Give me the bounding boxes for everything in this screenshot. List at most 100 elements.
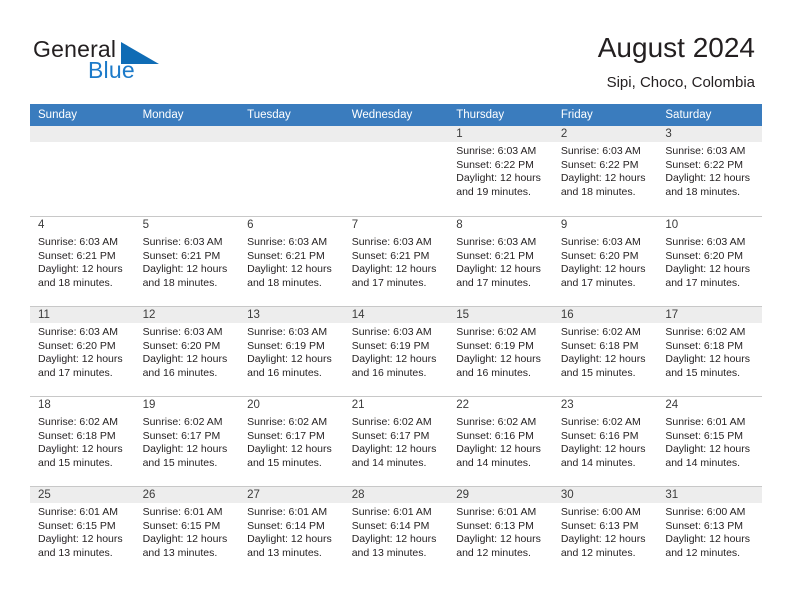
day-number: 18 — [38, 399, 51, 411]
sunset-text: Sunset: 6:21 PM — [351, 249, 430, 262]
sunset-text: Sunset: 6:15 PM — [665, 429, 744, 442]
daylight-text-line2: and 18 minutes. — [142, 276, 218, 289]
calendar-body: 1 Sunrise: 6:03 AM Sunset: 6:22 PM Daylight… — [30, 126, 762, 576]
day-details: Sunrise: 6:02 AM Sunset: 6:18 PM Daylight:… — [30, 413, 135, 470]
month-calendar: Sunday Monday Tuesday Wednesday Thursday… — [30, 104, 762, 576]
day-number — [134, 126, 240, 142]
calendar-day-cell[interactable]: 17 Sunrise: 6:02 AM Sunset: 6:18 PM Dayligh… — [657, 306, 762, 396]
day-details: Sunrise: 6:01 AM Sunset: 6:14 PM Daylight:… — [344, 503, 449, 560]
page-subtitle-location: Sipi, Choco, Colombia — [606, 74, 755, 91]
calendar-day-cell[interactable]: 27 Sunrise: 6:01 AM Sunset: 6:14 PM Dayligh… — [239, 486, 344, 576]
sunrise-text: Sunrise: 6:02 AM — [560, 326, 641, 338]
calendar-cell-empty — [239, 126, 344, 216]
calendar-day-cell[interactable]: 8 Sunrise: 6:03 AM Sunset: 6:21 PM Daylight… — [448, 216, 553, 306]
day-number: 28 — [343, 487, 449, 503]
calendar-week-row: 1 Sunrise: 6:03 AM Sunset: 6:22 PM Daylight… — [30, 126, 762, 216]
daylight-text-line1: Daylight: 12 hours — [560, 172, 646, 185]
calendar-day-cell[interactable]: 7 Sunrise: 6:03 AM Sunset: 6:21 PM Daylight… — [343, 216, 449, 306]
calendar-day-cell[interactable]: 31 Sunrise: 6:00 AM Sunset: 6:13 PM Dayligh… — [657, 486, 762, 576]
sunrise-text: Sunrise: 6:03 AM — [38, 326, 118, 338]
sunrise-text: Sunrise: 6:03 AM — [665, 236, 746, 248]
sunset-text: Sunset: 6:13 PM — [665, 519, 744, 532]
day-details: Sunrise: 6:03 AM Sunset: 6:20 PM Daylight:… — [135, 323, 240, 380]
daylight-text-line1: Daylight: 12 hours — [665, 443, 751, 456]
sunrise-text: Sunrise: 6:03 AM — [560, 145, 641, 157]
daylight-text-line1: Daylight: 12 hours — [456, 172, 541, 185]
sunset-text: Sunset: 6:22 PM — [665, 158, 744, 171]
calendar-header-row: Sunday Monday Tuesday Wednesday Thursday… — [30, 104, 762, 126]
calendar-day-cell[interactable]: 25 Sunrise: 6:01 AM Sunset: 6:15 PM Dayligh… — [30, 486, 135, 576]
daylight-text-line2: and 17 minutes. — [38, 366, 113, 379]
day-number: 31 — [657, 487, 762, 503]
calendar-day-cell[interactable]: 15 Sunrise: 6:02 AM Sunset: 6:19 PM Dayligh… — [448, 306, 553, 396]
calendar-day-cell[interactable]: 3 Sunrise: 6:03 AM Sunset: 6:22 PM Daylight… — [657, 126, 762, 216]
sunset-text: Sunset: 6:21 PM — [142, 249, 221, 262]
day-number: 26 — [134, 487, 240, 503]
calendar-day-cell[interactable]: 4 Sunrise: 6:03 AM Sunset: 6:21 PM Daylight… — [30, 216, 135, 306]
daylight-text-line1: Daylight: 12 hours — [247, 443, 332, 456]
calendar-day-cell[interactable]: 29 Sunrise: 6:01 AM Sunset: 6:13 PM Dayligh… — [448, 486, 553, 576]
calendar-day-cell[interactable]: 28 Sunrise: 6:01 AM Sunset: 6:14 PM Dayligh… — [343, 486, 449, 576]
calendar-day-cell[interactable]: 10 Sunrise: 6:03 AM Sunset: 6:20 PM Dayligh… — [657, 216, 762, 306]
general-blue-logo[interactable]: General Blue — [33, 36, 163, 88]
calendar-cell-inner: 18 Sunrise: 6:02 AM Sunset: 6:18 PM Dayligh… — [30, 396, 135, 486]
sunrise-text: Sunrise: 6:02 AM — [456, 326, 537, 338]
day-number — [239, 126, 344, 142]
sunrise-text: Sunrise: 6:02 AM — [38, 416, 118, 428]
calendar-day-cell[interactable]: 24 Sunrise: 6:01 AM Sunset: 6:15 PM Dayligh… — [657, 396, 762, 486]
calendar-cell-inner: 17 Sunrise: 6:02 AM Sunset: 6:18 PM Dayligh… — [657, 306, 762, 396]
calendar-cell-inner: 16 Sunrise: 6:02 AM Sunset: 6:18 PM Dayligh… — [552, 306, 658, 396]
calendar-day-cell[interactable]: 1 Sunrise: 6:03 AM Sunset: 6:22 PM Daylight… — [448, 126, 553, 216]
calendar-day-cell[interactable]: 11 Sunrise: 6:03 AM Sunset: 6:20 PM Dayligh… — [30, 306, 135, 396]
daylight-text-line2: and 17 minutes. — [456, 276, 531, 289]
calendar-cell-empty — [343, 126, 449, 216]
daylight-text-line2: and 14 minutes. — [456, 456, 531, 469]
day-details: Sunrise: 6:01 AM Sunset: 6:15 PM Daylight:… — [30, 503, 135, 560]
sunrise-text: Sunrise: 6:03 AM — [456, 236, 537, 248]
calendar-cell-inner: 5 Sunrise: 6:03 AM Sunset: 6:21 PM Daylight… — [134, 216, 240, 306]
calendar-day-cell[interactable]: 22 Sunrise: 6:02 AM Sunset: 6:16 PM Dayligh… — [448, 396, 553, 486]
calendar-cell-inner: 15 Sunrise: 6:02 AM Sunset: 6:19 PM Dayligh… — [448, 306, 553, 396]
calendar-day-cell[interactable]: 9 Sunrise: 6:03 AM Sunset: 6:20 PM Daylight… — [552, 216, 658, 306]
calendar-day-cell[interactable]: 2 Sunrise: 6:03 AM Sunset: 6:22 PM Daylight… — [552, 126, 658, 216]
sunset-text: Sunset: 6:17 PM — [142, 429, 221, 442]
calendar-cell-inner: 2 Sunrise: 6:03 AM Sunset: 6:22 PM Daylight… — [552, 126, 658, 216]
calendar-day-cell[interactable]: 5 Sunrise: 6:03 AM Sunset: 6:21 PM Daylight… — [134, 216, 240, 306]
daylight-text-line1: Daylight: 12 hours — [560, 533, 646, 546]
sunset-text: Sunset: 6:14 PM — [351, 519, 430, 532]
sunset-text: Sunset: 6:13 PM — [560, 519, 639, 532]
calendar-week-row: 18 Sunrise: 6:02 AM Sunset: 6:18 PM Dayligh… — [30, 396, 762, 486]
daylight-text-line2: and 13 minutes. — [351, 546, 427, 559]
daylight-text-line1: Daylight: 12 hours — [560, 263, 646, 276]
daylight-text-line1: Daylight: 12 hours — [142, 353, 228, 366]
calendar-cell-inner: 14 Sunrise: 6:03 AM Sunset: 6:19 PM Dayligh… — [343, 306, 449, 396]
sunset-text: Sunset: 6:13 PM — [456, 519, 534, 532]
calendar-cell-inner: 12 Sunrise: 6:03 AM Sunset: 6:20 PM Dayligh… — [134, 306, 240, 396]
calendar-cell-empty — [134, 126, 240, 216]
sunset-text: Sunset: 6:18 PM — [560, 339, 639, 352]
daylight-text-line1: Daylight: 12 hours — [560, 353, 646, 366]
sunset-text: Sunset: 6:17 PM — [351, 429, 430, 442]
sunrise-text: Sunrise: 6:02 AM — [560, 416, 641, 428]
calendar-day-cell[interactable]: 18 Sunrise: 6:02 AM Sunset: 6:18 PM Dayligh… — [30, 396, 135, 486]
calendar-day-cell[interactable]: 12 Sunrise: 6:03 AM Sunset: 6:20 PM Dayligh… — [134, 306, 240, 396]
calendar-cell-inner: 25 Sunrise: 6:01 AM Sunset: 6:15 PM Dayligh… — [30, 486, 135, 576]
daylight-text-line1: Daylight: 12 hours — [38, 263, 123, 276]
daylight-text-line2: and 13 minutes. — [247, 546, 322, 559]
calendar-day-cell[interactable]: 16 Sunrise: 6:02 AM Sunset: 6:18 PM Dayligh… — [552, 306, 658, 396]
calendar-day-cell[interactable]: 6 Sunrise: 6:03 AM Sunset: 6:21 PM Daylight… — [239, 216, 344, 306]
daylight-text-line1: Daylight: 12 hours — [351, 353, 437, 366]
calendar-day-cell[interactable]: 20 Sunrise: 6:02 AM Sunset: 6:17 PM Dayligh… — [239, 396, 344, 486]
day-details: Sunrise: 6:03 AM Sunset: 6:20 PM Daylight:… — [30, 323, 135, 380]
calendar-day-cell[interactable]: 23 Sunrise: 6:02 AM Sunset: 6:16 PM Dayligh… — [552, 396, 658, 486]
day-details: Sunrise: 6:03 AM Sunset: 6:19 PM Daylight:… — [344, 323, 449, 380]
calendar-day-cell[interactable]: 19 Sunrise: 6:02 AM Sunset: 6:17 PM Dayligh… — [134, 396, 240, 486]
calendar-day-cell[interactable]: 13 Sunrise: 6:03 AM Sunset: 6:19 PM Dayligh… — [239, 306, 344, 396]
calendar-day-cell[interactable]: 26 Sunrise: 6:01 AM Sunset: 6:15 PM Dayligh… — [134, 486, 240, 576]
weekday-header-saturday: Saturday — [657, 104, 762, 126]
sunrise-text: Sunrise: 6:03 AM — [351, 326, 432, 338]
daylight-text-line2: and 13 minutes. — [142, 546, 218, 559]
calendar-day-cell[interactable]: 14 Sunrise: 6:03 AM Sunset: 6:19 PM Dayligh… — [343, 306, 449, 396]
calendar-day-cell[interactable]: 30 Sunrise: 6:00 AM Sunset: 6:13 PM Dayligh… — [552, 486, 658, 576]
calendar-day-cell[interactable]: 21 Sunrise: 6:02 AM Sunset: 6:17 PM Dayligh… — [343, 396, 449, 486]
